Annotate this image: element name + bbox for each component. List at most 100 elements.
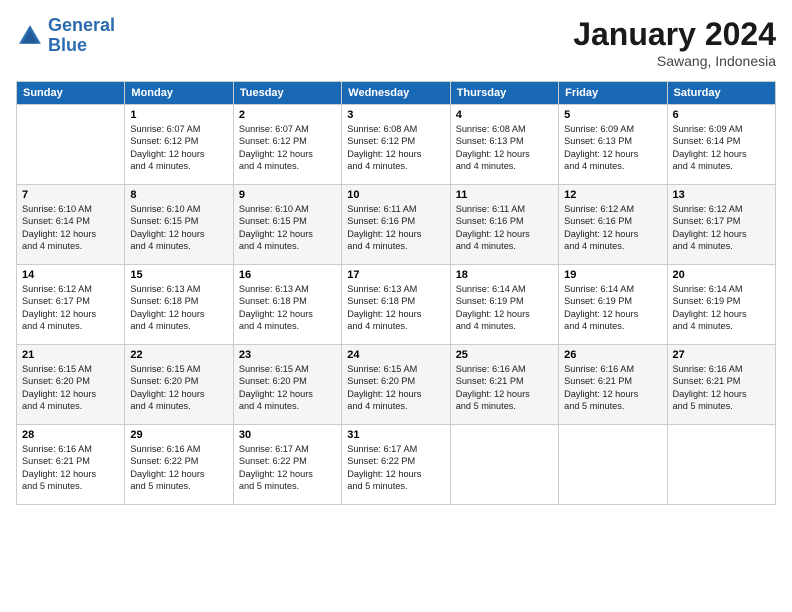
- calendar-cell: 5Sunrise: 6:09 AM Sunset: 6:13 PM Daylig…: [559, 105, 667, 185]
- day-number: 15: [130, 269, 227, 281]
- title-block: January 2024 Sawang, Indonesia: [573, 16, 776, 69]
- day-info: Sunrise: 6:07 AM Sunset: 6:12 PM Dayligh…: [130, 123, 227, 173]
- day-number: 4: [456, 109, 553, 121]
- day-number: 3: [347, 109, 444, 121]
- calendar-cell: 24 Sunrise: 6:15 AM Sunset: 6:20 PM Dayli…: [342, 345, 450, 425]
- day-number: 28: [22, 429, 119, 441]
- day-info: Sunrise: 6:12 AM Sunset: 6:16 PM Dayligh…: [564, 203, 661, 253]
- day-number: 31: [347, 429, 444, 441]
- day-number: 29: [130, 429, 227, 441]
- day-number: 26: [564, 349, 661, 361]
- day-number: 8: [130, 189, 227, 201]
- calendar-cell: 3 Sunrise: 6:08 AM Sunset: 6:12 PM Daylig…: [342, 105, 450, 185]
- calendar-cell: 15Sunrise: 6:13 AM Sunset: 6:18 PM Dayli…: [125, 265, 233, 345]
- calendar-cell: 23 Sunrise: 6:15 AM Sunset: 6:20 PM Dayli…: [233, 345, 341, 425]
- day-info: Sunrise: 6:17 AM Sunset: 6:22 PM Dayligh…: [347, 443, 444, 493]
- day-info: Sunrise: 6:15 AM Sunset: 6:20 PM Dayligh…: [347, 363, 444, 413]
- day-info: Sunrise: 6:08 AM Sunset: 6:13 PM Dayligh…: [456, 123, 553, 173]
- weekday-header-saturday: Saturday: [667, 82, 775, 105]
- day-number: 21: [22, 349, 119, 361]
- day-info: Sunrise: 6:13 AM Sunset: 6:18 PM Dayligh…: [347, 283, 444, 333]
- calendar-cell: 20 Sunrise: 6:14 AM Sunset: 6:19 PM Dayli…: [667, 265, 775, 345]
- day-number: 23: [239, 349, 336, 361]
- day-info: Sunrise: 6:12 AM Sunset: 6:17 PM Dayligh…: [673, 203, 770, 253]
- calendar-week-row: 7 Sunrise: 6:10 AM Sunset: 6:14 PM Daylig…: [17, 185, 776, 265]
- calendar-week-row: 14 Sunrise: 6:12 AM Sunset: 6:17 PM Dayli…: [17, 265, 776, 345]
- weekday-header-tuesday: Tuesday: [233, 82, 341, 105]
- day-number: 27: [673, 349, 770, 361]
- day-number: 25: [456, 349, 553, 361]
- calendar-cell: 31 Sunrise: 6:17 AM Sunset: 6:22 PM Dayli…: [342, 425, 450, 505]
- day-number: 11: [456, 189, 553, 201]
- page-header: General Blue January 2024 Sawang, Indone…: [16, 16, 776, 69]
- calendar-cell: 4 Sunrise: 6:08 AM Sunset: 6:13 PM Daylig…: [450, 105, 558, 185]
- day-info: Sunrise: 6:14 AM Sunset: 6:19 PM Dayligh…: [456, 283, 553, 333]
- day-number: 20: [673, 269, 770, 281]
- calendar-cell: [667, 425, 775, 505]
- calendar-cell: [450, 425, 558, 505]
- logo: General Blue: [16, 16, 115, 56]
- weekday-header-monday: Monday: [125, 82, 233, 105]
- calendar-week-row: 28Sunrise: 6:16 AM Sunset: 6:21 PM Dayli…: [17, 425, 776, 505]
- calendar-cell: 9Sunrise: 6:10 AM Sunset: 6:15 PM Daylig…: [233, 185, 341, 265]
- calendar-cell: 1 Sunrise: 6:07 AM Sunset: 6:12 PM Daylig…: [125, 105, 233, 185]
- day-info: Sunrise: 6:10 AM Sunset: 6:14 PM Dayligh…: [22, 203, 119, 253]
- day-info: Sunrise: 6:11 AM Sunset: 6:16 PM Dayligh…: [347, 203, 444, 253]
- day-number: 22: [130, 349, 227, 361]
- day-number: 6: [673, 109, 770, 121]
- day-number: 30: [239, 429, 336, 441]
- weekday-header-friday: Friday: [559, 82, 667, 105]
- calendar-cell: 16 Sunrise: 6:13 AM Sunset: 6:18 PM Dayli…: [233, 265, 341, 345]
- day-number: 19: [564, 269, 661, 281]
- calendar-cell: 8 Sunrise: 6:10 AM Sunset: 6:15 PM Daylig…: [125, 185, 233, 265]
- day-number: 10: [347, 189, 444, 201]
- weekday-header-sunday: Sunday: [17, 82, 125, 105]
- calendar-cell: 13Sunrise: 6:12 AM Sunset: 6:17 PM Dayli…: [667, 185, 775, 265]
- location: Sawang, Indonesia: [573, 53, 776, 69]
- calendar-cell: 2 Sunrise: 6:07 AM Sunset: 6:12 PM Daylig…: [233, 105, 341, 185]
- calendar-cell: 18 Sunrise: 6:14 AM Sunset: 6:19 PM Dayli…: [450, 265, 558, 345]
- day-number: 14: [22, 269, 119, 281]
- day-info: Sunrise: 6:16 AM Sunset: 6:21 PM Dayligh…: [673, 363, 770, 413]
- day-info: Sunrise: 6:13 AM Sunset: 6:18 PM Dayligh…: [239, 283, 336, 333]
- calendar-table: SundayMondayTuesdayWednesdayThursdayFrid…: [16, 81, 776, 505]
- day-info: Sunrise: 6:15 AM Sunset: 6:20 PM Dayligh…: [239, 363, 336, 413]
- day-info: Sunrise: 6:16 AM Sunset: 6:21 PM Dayligh…: [564, 363, 661, 413]
- calendar-cell: 7 Sunrise: 6:10 AM Sunset: 6:14 PM Daylig…: [17, 185, 125, 265]
- calendar-cell: 19 Sunrise: 6:14 AM Sunset: 6:19 PM Dayli…: [559, 265, 667, 345]
- calendar-cell: [559, 425, 667, 505]
- day-number: 18: [456, 269, 553, 281]
- weekday-header-wednesday: Wednesday: [342, 82, 450, 105]
- day-number: 12: [564, 189, 661, 201]
- calendar-cell: 28Sunrise: 6:16 AM Sunset: 6:21 PM Dayli…: [17, 425, 125, 505]
- day-number: 16: [239, 269, 336, 281]
- calendar-week-row: 1 Sunrise: 6:07 AM Sunset: 6:12 PM Daylig…: [17, 105, 776, 185]
- day-info: Sunrise: 6:15 AM Sunset: 6:20 PM Dayligh…: [130, 363, 227, 413]
- day-number: 24: [347, 349, 444, 361]
- calendar-week-row: 21 Sunrise: 6:15 AM Sunset: 6:20 PM Dayli…: [17, 345, 776, 425]
- day-info: Sunrise: 6:07 AM Sunset: 6:12 PM Dayligh…: [239, 123, 336, 173]
- day-info: Sunrise: 6:14 AM Sunset: 6:19 PM Dayligh…: [564, 283, 661, 333]
- logo-text: General Blue: [48, 16, 115, 56]
- day-number: 1: [130, 109, 227, 121]
- day-number: 7: [22, 189, 119, 201]
- day-info: Sunrise: 6:08 AM Sunset: 6:12 PM Dayligh…: [347, 123, 444, 173]
- calendar-cell: 11 Sunrise: 6:11 AM Sunset: 6:16 PM Dayli…: [450, 185, 558, 265]
- logo-line2: Blue: [48, 35, 87, 55]
- calendar-cell: 14 Sunrise: 6:12 AM Sunset: 6:17 PM Dayli…: [17, 265, 125, 345]
- day-info: Sunrise: 6:14 AM Sunset: 6:19 PM Dayligh…: [673, 283, 770, 333]
- day-info: Sunrise: 6:17 AM Sunset: 6:22 PM Dayligh…: [239, 443, 336, 493]
- calendar-cell: 30 Sunrise: 6:17 AM Sunset: 6:22 PM Dayli…: [233, 425, 341, 505]
- calendar-cell: 6Sunrise: 6:09 AM Sunset: 6:14 PM Daylig…: [667, 105, 775, 185]
- day-info: Sunrise: 6:15 AM Sunset: 6:20 PM Dayligh…: [22, 363, 119, 413]
- calendar-cell: 29 Sunrise: 6:16 AM Sunset: 6:22 PM Dayli…: [125, 425, 233, 505]
- day-info: Sunrise: 6:12 AM Sunset: 6:17 PM Dayligh…: [22, 283, 119, 333]
- day-info: Sunrise: 6:11 AM Sunset: 6:16 PM Dayligh…: [456, 203, 553, 253]
- calendar-cell: [17, 105, 125, 185]
- day-info: Sunrise: 6:16 AM Sunset: 6:22 PM Dayligh…: [130, 443, 227, 493]
- day-number: 2: [239, 109, 336, 121]
- calendar-cell: 25Sunrise: 6:16 AM Sunset: 6:21 PM Dayli…: [450, 345, 558, 425]
- day-info: Sunrise: 6:10 AM Sunset: 6:15 PM Dayligh…: [130, 203, 227, 253]
- calendar-cell: 17Sunrise: 6:13 AM Sunset: 6:18 PM Dayli…: [342, 265, 450, 345]
- day-info: Sunrise: 6:10 AM Sunset: 6:15 PM Dayligh…: [239, 203, 336, 253]
